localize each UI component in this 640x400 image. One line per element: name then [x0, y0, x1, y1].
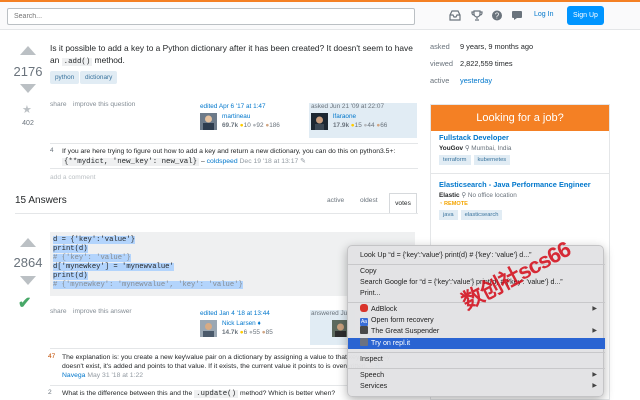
answer-editor-name[interactable]: Nick Larsen ♦ [222, 320, 261, 327]
job-tag[interactable]: terraform [439, 155, 471, 165]
share-question-link[interactable]: share [50, 101, 67, 108]
edit-pencil-icon[interactable]: ✎ [300, 158, 306, 165]
answer-edited-timestamp[interactable]: edited Jan 4 '18 at 13:44 [200, 310, 310, 317]
improve-question-link[interactable]: improve this question [73, 101, 135, 108]
top-bar: ? Log In Sign Up [0, 0, 640, 30]
tab-votes[interactable]: votes [389, 193, 417, 214]
tab-active[interactable]: active [327, 197, 344, 204]
job-company: Elastic ⚲ No office location [439, 192, 517, 199]
job-company: YouGov ⚲ Mumbai, India [439, 145, 512, 152]
asker-name[interactable]: lfaraone [333, 113, 356, 120]
tag-dictionary[interactable]: dictionary [80, 71, 118, 84]
job-listing[interactable]: Fullstack Developer YouGov ⚲ Mumbai, Ind… [439, 133, 603, 165]
trophy-icon[interactable] [471, 10, 483, 21]
pin-icon: ⚲ [461, 192, 467, 199]
suspender-icon [360, 326, 368, 334]
comment: If you are here trying to figure out how… [62, 148, 396, 166]
job-tag[interactable]: elasticsearch [460, 210, 503, 220]
search-input[interactable] [7, 8, 415, 25]
asked-timestamp: asked Jun 21 '09 at 22:07 [311, 103, 384, 110]
tab-oldest[interactable]: oldest [360, 197, 378, 204]
avatar[interactable] [311, 113, 328, 130]
comment-author[interactable]: coldspeed [207, 158, 238, 165]
signup-button[interactable]: Sign Up [567, 6, 604, 25]
submenu-arrow-icon: ▶ [592, 383, 597, 389]
job-tag[interactable]: kubernetes [473, 155, 511, 165]
favorite-star-icon[interactable]: ★ [22, 103, 32, 116]
comment-score: 4 [50, 147, 54, 154]
login-link[interactable]: Log In [534, 11, 553, 18]
answer-editor-card: edited Jan 4 '18 at 13:44 Nick Larsen ♦ … [200, 310, 310, 345]
comment-score: 47 [48, 353, 56, 360]
job-listing[interactable]: Elasticsearch - Java Performance Enginee… [439, 180, 603, 220]
job-tag[interactable]: java [439, 210, 458, 220]
editor-reputation: 69.7k ●10 ●92 ●186 [222, 122, 280, 129]
svg-text:?: ? [495, 12, 500, 21]
avatar[interactable] [200, 113, 217, 130]
tag-python[interactable]: python [50, 71, 80, 84]
add-comment-link[interactable]: add a comment [50, 174, 95, 181]
menu-item-try-repl[interactable]: Try on repl.it [348, 338, 605, 349]
submenu-arrow-icon: ▶ [592, 328, 597, 334]
question-downvote-button[interactable] [20, 84, 36, 93]
context-menu: Look Up “d = {'key':'value'} print(d) # … [347, 245, 605, 397]
avatar[interactable] [200, 320, 217, 337]
question-body: Is it possible to add a key to a Python … [50, 43, 413, 66]
accepted-check-icon: ✔ [18, 295, 32, 312]
answer-editor-reputation: 14.7k ●6 ●55 ●85 [222, 329, 273, 336]
remote-badge: ◔ REMOTE [439, 201, 468, 207]
menu-item-form-recovery[interactable]: Aa Open form recovery [348, 315, 605, 326]
help-icon[interactable]: ? [491, 10, 503, 21]
form-recovery-icon: Aa [360, 318, 368, 326]
answers-heading: 15 Answers [15, 195, 67, 206]
inline-code: .add() [61, 58, 93, 66]
menu-item-great-suspender[interactable]: The Great Suspender ▶ [348, 326, 605, 337]
site-switcher-icon[interactable] [511, 10, 523, 21]
answer-downvote-button[interactable] [20, 276, 36, 285]
job-title[interactable]: Elasticsearch - Java Performance Enginee… [439, 180, 603, 189]
menu-item-services[interactable]: Services ▶ [348, 381, 605, 392]
menu-item-speech[interactable]: Speech ▶ [348, 370, 605, 381]
asker-card: asked Jun 21 '09 at 22:07 lfaraone 17.9k… [309, 103, 417, 138]
question-vote-count: 2176 [13, 64, 43, 79]
answer-upvote-button[interactable] [20, 238, 36, 247]
editor-name[interactable]: martineau [222, 113, 250, 120]
comment-score: 2 [48, 389, 52, 396]
pin-icon: ⚲ [464, 145, 470, 152]
menu-item-inspect[interactable]: Inspect [348, 354, 605, 365]
inbox-icon[interactable] [449, 10, 461, 21]
job-title[interactable]: Fullstack Developer [439, 133, 603, 142]
question-upvote-button[interactable] [20, 46, 36, 55]
editor-card: edited Apr 6 '17 at 1:47 martineau 69.7k… [200, 103, 290, 138]
adblock-icon [360, 304, 368, 312]
answer-vote-count: 2864 [13, 255, 43, 270]
edited-timestamp[interactable]: edited Apr 6 '17 at 1:47 [200, 103, 290, 110]
submenu-arrow-icon: ▶ [592, 372, 597, 378]
share-answer-link[interactable]: share [50, 308, 67, 315]
submenu-arrow-icon: ▶ [592, 306, 597, 312]
improve-answer-link[interactable]: improve this answer [73, 308, 132, 315]
favorite-count: 402 [22, 120, 34, 127]
jobs-title: Looking for a job? [431, 105, 609, 131]
repl-icon [360, 338, 368, 346]
asker-reputation: 17.9k ●15 ●44 ●66 [333, 122, 388, 129]
